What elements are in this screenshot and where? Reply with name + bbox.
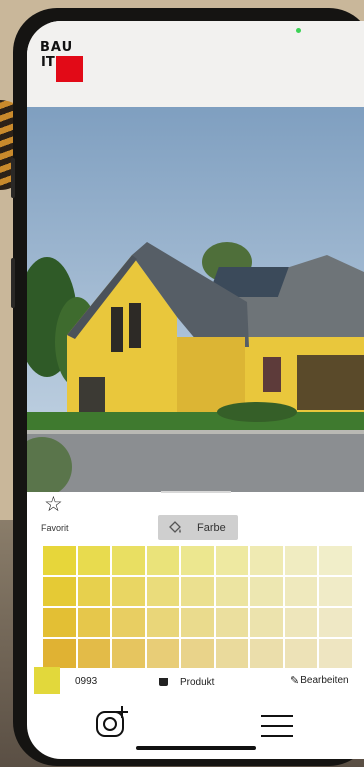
color-swatch[interactable] — [319, 639, 352, 668]
paint-bucket-icon — [169, 520, 181, 533]
color-swatch[interactable] — [215, 546, 249, 575]
color-swatch[interactable] — [181, 577, 214, 606]
color-swatch[interactable] — [43, 546, 76, 575]
color-swatch[interactable] — [250, 608, 283, 637]
color-swatch[interactable] — [77, 639, 111, 668]
hamburger-menu-icon[interactable] — [261, 715, 293, 739]
color-swatch[interactable] — [146, 546, 180, 575]
color-swatch[interactable] — [146, 577, 180, 606]
color-swatch[interactable] — [319, 608, 352, 637]
add-photo-icon[interactable] — [95, 705, 129, 739]
house-photo[interactable] — [27, 107, 364, 492]
color-swatch[interactable] — [250, 546, 283, 575]
color-swatch[interactable] — [77, 608, 111, 637]
color-swatch[interactable] — [43, 608, 76, 637]
color-swatch[interactable] — [250, 639, 283, 668]
logo-red-block — [56, 56, 83, 82]
produkt-button[interactable]: Produkt — [159, 674, 214, 690]
color-swatch[interactable] — [112, 577, 145, 606]
color-swatch[interactable] — [181, 546, 214, 575]
color-swatch[interactable] — [284, 639, 318, 668]
color-swatch[interactable] — [146, 639, 180, 668]
selected-color-swatch[interactable] — [34, 667, 60, 694]
sheet-handle[interactable] — [161, 491, 231, 493]
color-swatch[interactable] — [112, 639, 145, 668]
color-swatch[interactable] — [215, 577, 249, 606]
color-swatch[interactable] — [215, 639, 249, 668]
color-swatch[interactable] — [112, 608, 145, 637]
logo-wordmark-2: IT — [41, 55, 55, 70]
farbe-mode-button[interactable]: Farbe — [158, 515, 238, 540]
color-swatch[interactable] — [284, 608, 318, 637]
color-swatch[interactable] — [250, 577, 283, 606]
app-screen: BAU IT ☆ Favorit Farbe 0993 Produkt ✎ Be… — [27, 21, 364, 759]
color-swatch[interactable] — [284, 577, 318, 606]
color-swatch[interactable] — [43, 639, 76, 668]
paint-pot-icon — [159, 678, 168, 686]
color-swatch[interactable] — [319, 546, 352, 575]
selected-color-code: 0993 — [75, 676, 98, 687]
bearbeiten-label: Bearbeiten — [300, 675, 349, 686]
favorite-label: Favorit — [41, 523, 69, 533]
produkt-label: Produkt — [180, 676, 215, 688]
camera-indicator — [296, 28, 301, 33]
color-swatch[interactable] — [215, 608, 249, 637]
color-palette-grid — [43, 546, 352, 668]
app-header: BAU IT — [27, 21, 364, 107]
favorite-button[interactable]: ☆ Favorit — [39, 493, 79, 537]
color-swatch[interactable] — [43, 577, 76, 606]
color-swatch[interactable] — [146, 608, 180, 637]
color-swatch[interactable] — [77, 577, 111, 606]
color-swatch[interactable] — [319, 577, 352, 606]
color-swatch[interactable] — [181, 608, 214, 637]
baumit-logo: BAU IT — [40, 40, 83, 82]
color-swatch[interactable] — [77, 546, 111, 575]
house-illustration — [27, 107, 364, 492]
color-swatch[interactable] — [284, 546, 318, 575]
bearbeiten-button[interactable]: ✎ Bearbeiten — [290, 674, 349, 687]
bottom-navigation — [27, 701, 364, 759]
pencil-icon: ✎ — [290, 675, 300, 687]
color-swatch[interactable] — [112, 546, 145, 575]
farbe-label: Farbe — [197, 521, 226, 534]
phone-side-button — [11, 258, 15, 308]
logo-wordmark: BAU — [40, 40, 74, 55]
star-outline-icon: ☆ — [44, 493, 63, 516]
phone-side-button — [11, 158, 15, 198]
color-swatch[interactable] — [181, 639, 214, 668]
home-indicator — [136, 746, 256, 750]
selection-bar: 0993 Produkt ✎ Bearbeiten — [27, 666, 364, 696]
